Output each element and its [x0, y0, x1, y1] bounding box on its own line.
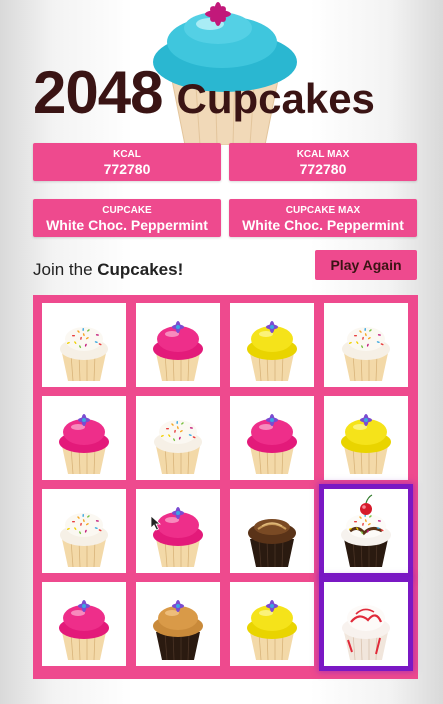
yellow-frosted-cupcake-icon: [341, 414, 391, 475]
pink-frosted-cupcake-icon: [153, 507, 203, 568]
tile-vanilla-sprinkles: [136, 396, 220, 480]
kcal-max-value: 772780: [299, 161, 347, 177]
game-board[interactable]: [33, 295, 418, 679]
tile-yellow-frosted: [230, 582, 314, 666]
pink-frosted-cupcake-icon: [59, 414, 109, 475]
tagline-strong: Cupcakes!: [97, 260, 184, 279]
white-choc-peppermint-cupcake-icon: [342, 605, 390, 661]
vanilla-sprinkles-cupcake-icon: [60, 513, 108, 568]
tile-pink-frosted: [136, 489, 220, 573]
white-choc-cherry-cupcake-icon: [341, 494, 391, 568]
tile-pink-frosted: [136, 303, 220, 387]
kcal-panel: KCAL 772780: [33, 143, 221, 181]
title-word: Cupcakes: [176, 75, 375, 122]
tile-white-choc-cherry: [324, 489, 408, 573]
tile-vanilla-sprinkles: [42, 489, 126, 573]
tile-yellow-frosted: [230, 303, 314, 387]
tile-caramel-chocolate: [136, 582, 220, 666]
pink-frosted-cupcake-icon: [247, 414, 297, 475]
cupcake-max-label: CUPCAKE MAX: [285, 205, 361, 216]
game-title: 2048 Cupcakes: [33, 58, 375, 127]
title-number: 2048: [33, 59, 163, 126]
tile-vanilla-sprinkles: [42, 303, 126, 387]
cupcake-max-panel: CUPCAKE MAX White Choc. Peppermint: [229, 199, 417, 237]
tile-pink-frosted: [42, 582, 126, 666]
kcal-max-label: KCAL MAX: [296, 149, 350, 160]
kcal-max-panel: KCAL MAX 772780: [229, 143, 417, 181]
chocolate-swirl-cupcake-icon: [248, 519, 296, 568]
kcal-label: KCAL: [113, 149, 141, 160]
caramel-chocolate-cupcake-icon: [153, 600, 203, 661]
yellow-frosted-cupcake-icon: [247, 321, 297, 382]
kcal-value: 772780: [103, 161, 151, 177]
tile-yellow-frosted: [324, 396, 408, 480]
vanilla-sprinkles-cupcake-icon: [154, 420, 202, 475]
cupcake-max-value: White Choc. Peppermint: [242, 217, 404, 233]
tile-pink-frosted: [42, 396, 126, 480]
tagline-prefix: Join the: [33, 260, 98, 279]
pink-frosted-cupcake-icon: [59, 600, 109, 661]
tile-pink-frosted: [230, 396, 314, 480]
cupcake-label: CUPCAKE: [102, 205, 152, 216]
yellow-frosted-cupcake-icon: [247, 600, 297, 661]
cupcake-value: White Choc. Peppermint: [46, 217, 208, 233]
pink-frosted-cupcake-icon: [153, 321, 203, 382]
tagline: Join the Cupcakes!: [33, 260, 183, 280]
vanilla-sprinkles-cupcake-icon: [342, 327, 390, 382]
mouse-cursor-icon: [150, 515, 162, 531]
tile-vanilla-sprinkles: [324, 303, 408, 387]
tile-chocolate-swirl: [230, 489, 314, 573]
play-again-button[interactable]: Play Again: [315, 250, 417, 280]
vanilla-sprinkles-cupcake-icon: [60, 327, 108, 382]
cupcake-panel: CUPCAKE White Choc. Peppermint: [33, 199, 221, 237]
tile-white-choc-peppermint: [324, 582, 408, 666]
